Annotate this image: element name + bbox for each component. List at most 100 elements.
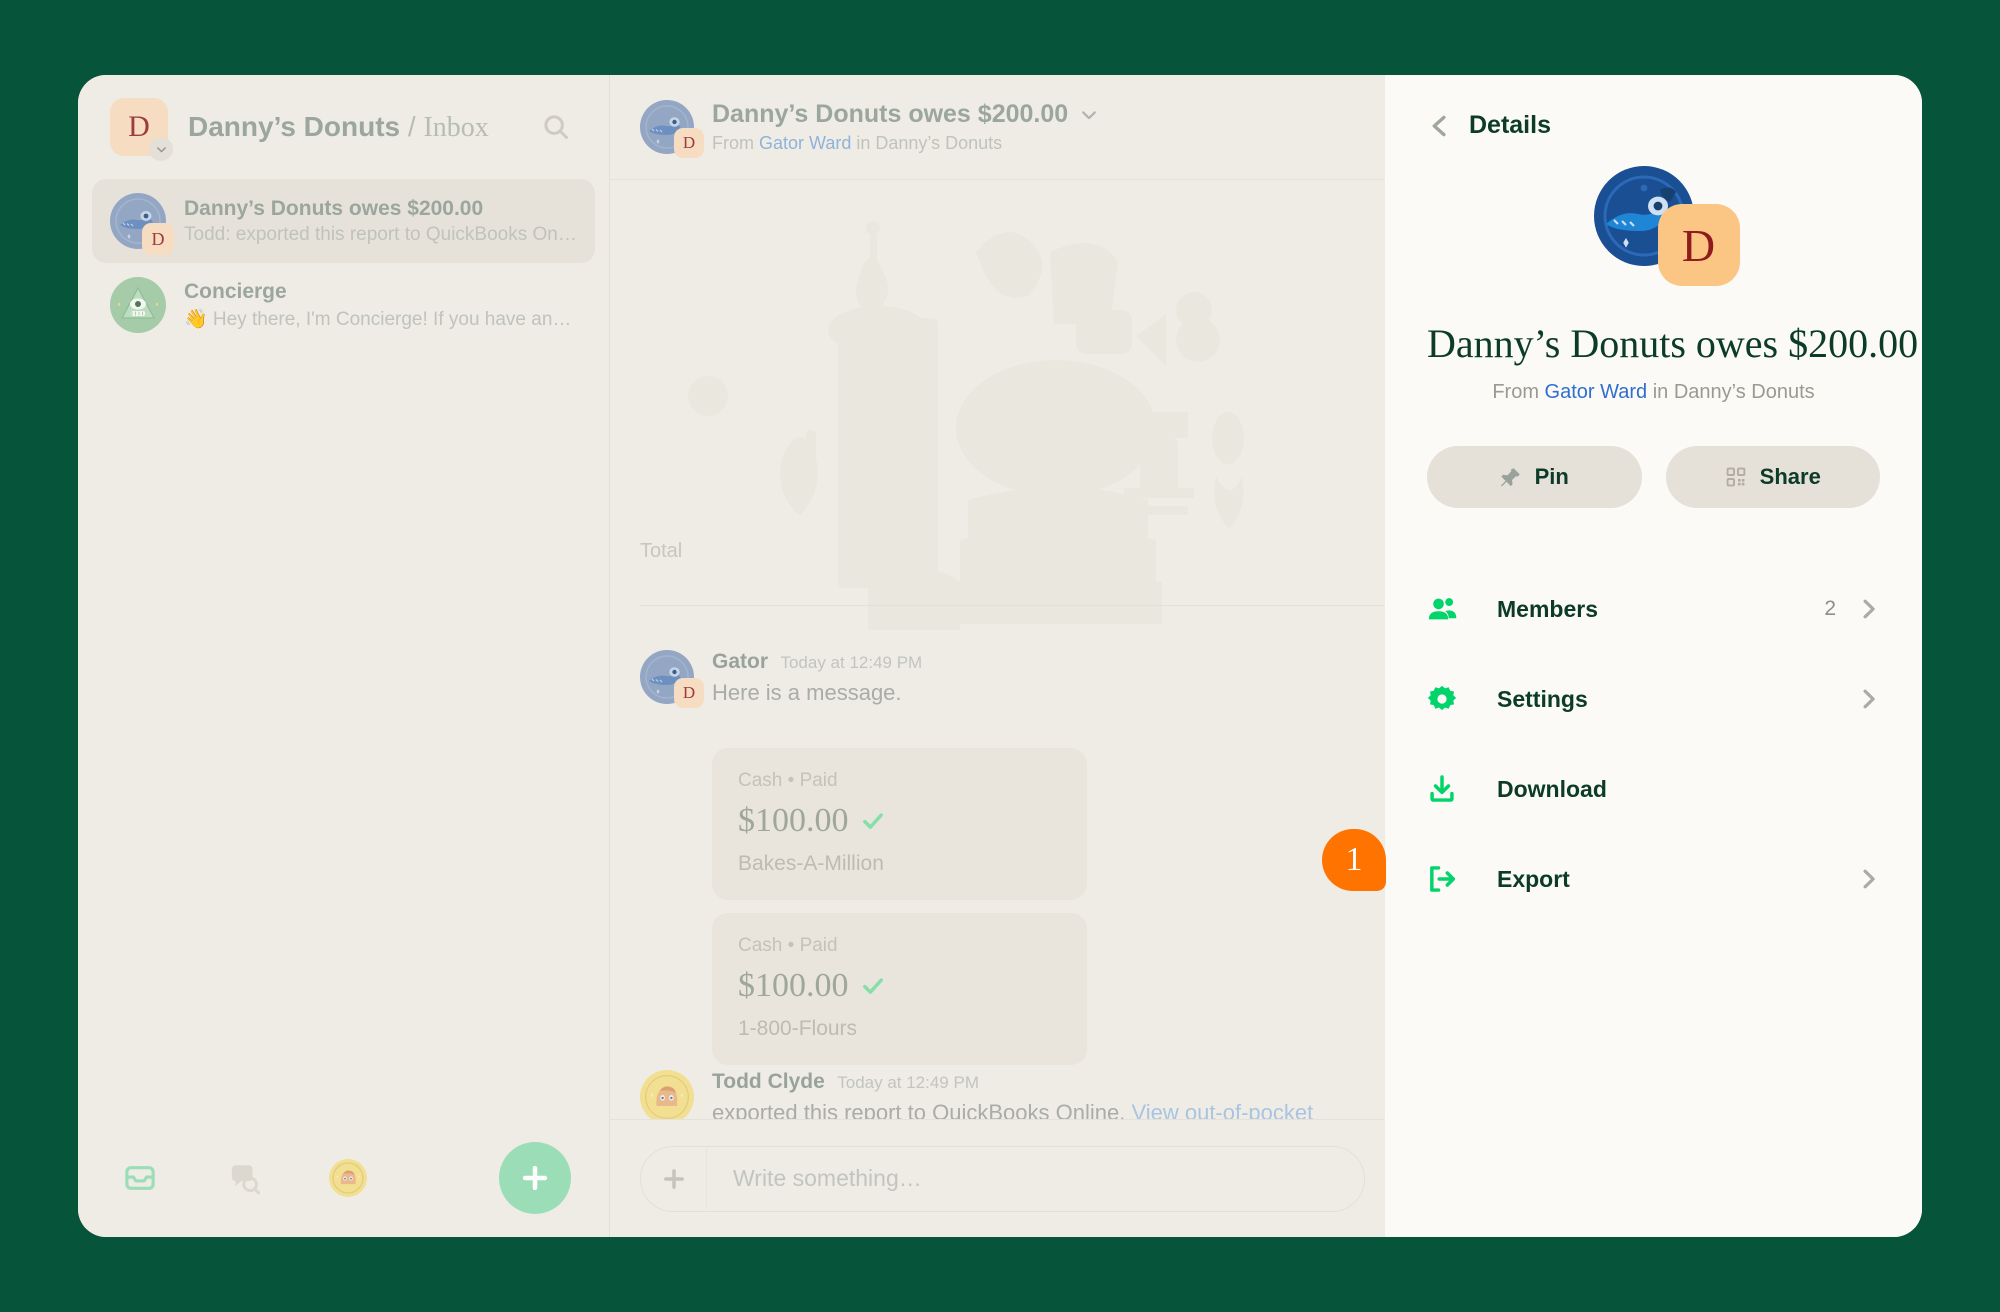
- share-label: Share: [1759, 464, 1821, 489]
- expense-meta: Cash • Paid: [738, 935, 838, 956]
- share-button[interactable]: Share: [1665, 446, 1880, 508]
- expense-vendor: Bakes-A-Million: [738, 852, 884, 875]
- list-item-preview: Todd: exported this report to QuickBooks…: [184, 223, 577, 245]
- from-prefix: From: [1492, 381, 1539, 403]
- app-window: D Danny’s Donuts / Inbox D Danny’s Donut…: [78, 75, 1922, 1237]
- todd-avatar: [640, 1070, 694, 1119]
- plus-icon[interactable]: [641, 1145, 707, 1212]
- chevron-right-icon: [1858, 598, 1880, 620]
- details-actions: Pin Share: [1427, 446, 1880, 508]
- details-subheading: From Gator Ward in Danny’s Donuts: [1427, 381, 1880, 404]
- workspace-badge: D: [1657, 204, 1740, 286]
- pin-icon: [1500, 468, 1520, 487]
- expense-vendor: 1-800-Flours: [738, 1017, 858, 1040]
- from-user-link[interactable]: Gator Ward: [759, 133, 851, 153]
- breadcrumb-section: Inbox: [423, 111, 489, 143]
- search-chat-icon[interactable]: [210, 1144, 278, 1212]
- chat-title-text: Danny’s Donuts owes $200.00: [712, 100, 1069, 128]
- list-item-text: Concierge 👋 Hey there, I'm Concierge! If…: [184, 280, 577, 331]
- list-item-title: Danny’s Donuts owes $200.00: [184, 196, 484, 220]
- message-timestamp: Today at 12:49 PM: [837, 1073, 979, 1092]
- details-header: Details: [1427, 111, 1880, 140]
- details-row-label: Members: [1497, 595, 1598, 622]
- message-text: exported this report to QuickBooks Onlin…: [712, 1100, 1365, 1119]
- plus-icon: [522, 1165, 548, 1191]
- list-item-text: Danny’s Donuts owes $200.00 Todd: export…: [184, 197, 577, 246]
- message: D Gator Today at 12:49 PM Here is a mess…: [640, 650, 1365, 708]
- chat-header: D Danny’s Donuts owes $200.00 From Gator…: [610, 75, 1385, 179]
- breadcrumb: Danny’s Donuts / Inbox: [188, 111, 489, 144]
- expense-card[interactable]: Cash • Paid $100.00 1-800-Flours: [712, 913, 1087, 1065]
- avatar: [110, 277, 166, 333]
- workspace-badge: D: [674, 128, 704, 158]
- avatar: D: [640, 650, 704, 708]
- chat-title[interactable]: Danny’s Donuts owes $200.00: [712, 100, 1098, 129]
- details-row-label: Download: [1497, 775, 1607, 802]
- in-workspace-text: in Danny’s Donuts: [856, 133, 1003, 153]
- workspace-badge: D: [674, 678, 704, 708]
- list-item[interactable]: D Danny’s Donuts owes $200.00 Todd: expo…: [92, 179, 595, 263]
- inbox-icon[interactable]: [106, 1144, 174, 1212]
- details-row-download[interactable]: Download: [1427, 744, 1880, 834]
- expense-amount: $100.00: [738, 802, 849, 839]
- workspace-badge: D: [142, 223, 174, 255]
- message-body: Todd Clyde Today at 12:49 PM exported th…: [712, 1070, 1365, 1119]
- workspace-switcher[interactable]: D: [110, 98, 173, 161]
- chat-body: Total D Gator Today at 12:49 PM Here is …: [610, 179, 1385, 1119]
- search-icon[interactable]: [539, 110, 573, 144]
- sidebar: D Danny’s Donuts / Inbox D Danny’s Donut…: [78, 75, 610, 1237]
- account-avatar-icon[interactable]: [314, 1144, 382, 1212]
- details-heading: Danny’s Donuts owes $200.00: [1427, 321, 1919, 366]
- message: Todd Clyde Today at 12:49 PM exported th…: [640, 1070, 1365, 1119]
- message-input[interactable]: [707, 1165, 1364, 1192]
- expense-amount-row: $100.00: [738, 967, 1061, 1005]
- check-icon: [862, 813, 883, 829]
- details-row-label: Export: [1497, 865, 1570, 892]
- members-icon: [1427, 594, 1471, 624]
- chevron-down-icon[interactable]: [1080, 106, 1098, 124]
- check-icon: [862, 978, 883, 994]
- details-avatar: D: [1427, 166, 1880, 286]
- new-chat-button[interactable]: [499, 1142, 571, 1214]
- list-item[interactable]: Concierge 👋 Hey there, I'm Concierge! If…: [92, 263, 595, 347]
- download-icon: [1427, 774, 1471, 804]
- message-header: Todd Clyde Today at 12:49 PM: [712, 1070, 1365, 1094]
- chevron-right-icon: [1858, 868, 1880, 890]
- export-icon: [1427, 864, 1471, 894]
- expense-card[interactable]: Cash • Paid $100.00 Bakes-A-Million: [712, 748, 1087, 900]
- message-author[interactable]: Gator: [712, 650, 768, 673]
- divider: [640, 605, 1385, 606]
- breadcrumb-workspace[interactable]: Danny’s Donuts: [188, 111, 400, 142]
- expense-amount-row: $100.00: [738, 802, 1061, 840]
- in-workspace-text: in Danny’s Donuts: [1652, 381, 1815, 403]
- page-title: Details: [1469, 111, 1551, 139]
- sidebar-header: D Danny’s Donuts / Inbox: [78, 75, 609, 179]
- list-item-preview: 👋 Hey there, I'm Concierge! If you have …: [184, 308, 577, 330]
- expense-amount: $100.00: [738, 967, 849, 1004]
- from-user-link[interactable]: Gator Ward: [1545, 381, 1648, 403]
- message-header: Gator Today at 12:49 PM: [712, 650, 922, 674]
- step-badge: 1: [1322, 829, 1386, 891]
- chevron-left-icon[interactable]: [1427, 113, 1453, 139]
- gear-icon: [1427, 684, 1471, 714]
- details-row-export[interactable]: Export: [1427, 834, 1880, 924]
- details-row-members[interactable]: Members 2: [1427, 564, 1880, 654]
- message-body: Gator Today at 12:49 PM Here is a messag…: [712, 650, 922, 706]
- chat-header-text: Danny’s Donuts owes $200.00 From Gator W…: [712, 100, 1098, 154]
- message-text: Here is a message.: [712, 680, 902, 705]
- avatar: D: [110, 193, 174, 255]
- composer[interactable]: [640, 1145, 1365, 1212]
- chat-pane: D Danny’s Donuts owes $200.00 From Gator…: [610, 75, 1385, 1237]
- message-author[interactable]: Todd Clyde: [712, 1070, 825, 1093]
- chevron-down-icon[interactable]: [149, 137, 173, 161]
- breadcrumb-separator: /: [407, 110, 416, 142]
- report-total-label: Total: [640, 540, 683, 562]
- expense-meta: Cash • Paid: [738, 770, 838, 791]
- concierge-avatar: [110, 277, 166, 333]
- pin-button[interactable]: Pin: [1427, 446, 1642, 508]
- details-row-label: Settings: [1497, 685, 1588, 712]
- composer-row: [610, 1119, 1385, 1237]
- qr-code-icon: [1726, 467, 1746, 487]
- avatar: [640, 1070, 694, 1119]
- details-row-settings[interactable]: Settings: [1427, 654, 1880, 744]
